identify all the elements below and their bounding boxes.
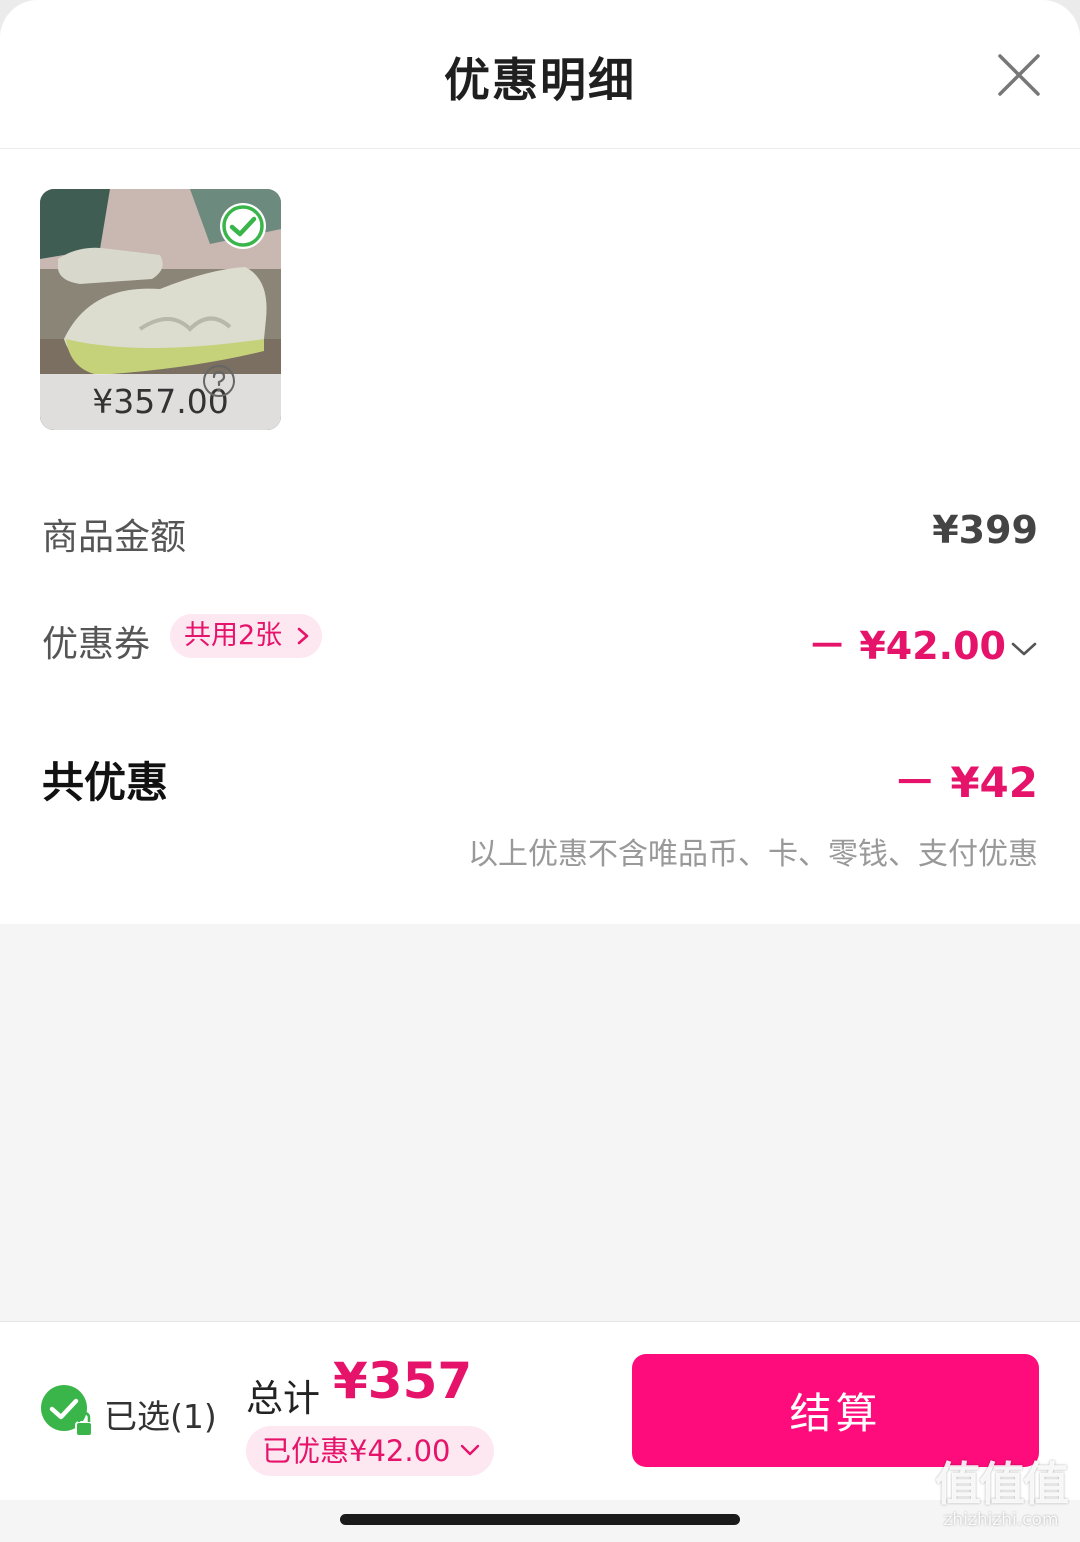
discount-content: ¥357.00 商品金额 ¥399 优惠券 共用2张 － ¥42.00 共优惠 … bbox=[0, 149, 1080, 924]
watermark-logo: 值值值 zhizhizhi.com bbox=[930, 1458, 1072, 1536]
goods-amount-value: ¥399 bbox=[932, 508, 1038, 552]
checkout-button[interactable]: 结算 bbox=[632, 1354, 1039, 1467]
saved-amount-pill[interactable]: 已优惠¥42.00 bbox=[246, 1426, 495, 1476]
page-title: 优惠明细 bbox=[444, 53, 636, 107]
watermark-logo-text: 值值值 bbox=[935, 1457, 1069, 1511]
question-circle-icon[interactable] bbox=[202, 364, 236, 398]
total-discount-value: － ¥42 bbox=[893, 758, 1038, 807]
coupon-count-text: 共用2张 bbox=[184, 620, 283, 651]
checkout-bar: 已选(1) 总计 ¥357 已优惠¥42.00 结算 bbox=[0, 1321, 1080, 1500]
goods-amount-label: 商品金额 bbox=[42, 517, 187, 558]
discount-detail-sheet: 优惠明细 ¥357.00 商品金额 ¥399 优惠券 共用2张 － ¥42.00… bbox=[0, 0, 1080, 1542]
select-all-checkbox-icon[interactable] bbox=[40, 1384, 96, 1440]
home-indicator[interactable] bbox=[340, 1514, 740, 1525]
selected-check-icon bbox=[220, 203, 266, 249]
chevron-down-icon bbox=[1011, 642, 1037, 655]
saved-amount-text: 已优惠¥42.00 bbox=[262, 1434, 451, 1468]
sheet-header: 优惠明细 bbox=[0, 0, 1080, 149]
chevron-down-icon bbox=[461, 1444, 480, 1456]
discount-note: 以上优惠不含唯品币、卡、零钱、支付优惠 bbox=[468, 837, 1038, 872]
total-price: ¥357 bbox=[333, 1352, 473, 1410]
chevron-right-icon bbox=[297, 627, 309, 645]
close-icon[interactable] bbox=[996, 52, 1042, 98]
watermark-url: zhizhizhi.com bbox=[943, 1510, 1059, 1530]
selected-count: 已选(1) bbox=[104, 1397, 217, 1436]
coupon-count-pill[interactable]: 共用2张 bbox=[170, 614, 323, 658]
total-discount-label: 共优惠 bbox=[42, 758, 169, 807]
product-price: ¥357.00 bbox=[40, 374, 281, 430]
coupon-discount-value[interactable]: － ¥42.00 bbox=[808, 615, 1038, 670]
coupon-discount-amount: － ¥42.00 bbox=[808, 624, 1006, 668]
product-thumbnail[interactable]: ¥357.00 bbox=[40, 189, 281, 430]
coupon-label: 优惠券 bbox=[42, 624, 151, 665]
total-label: 总计 bbox=[246, 1377, 320, 1420]
